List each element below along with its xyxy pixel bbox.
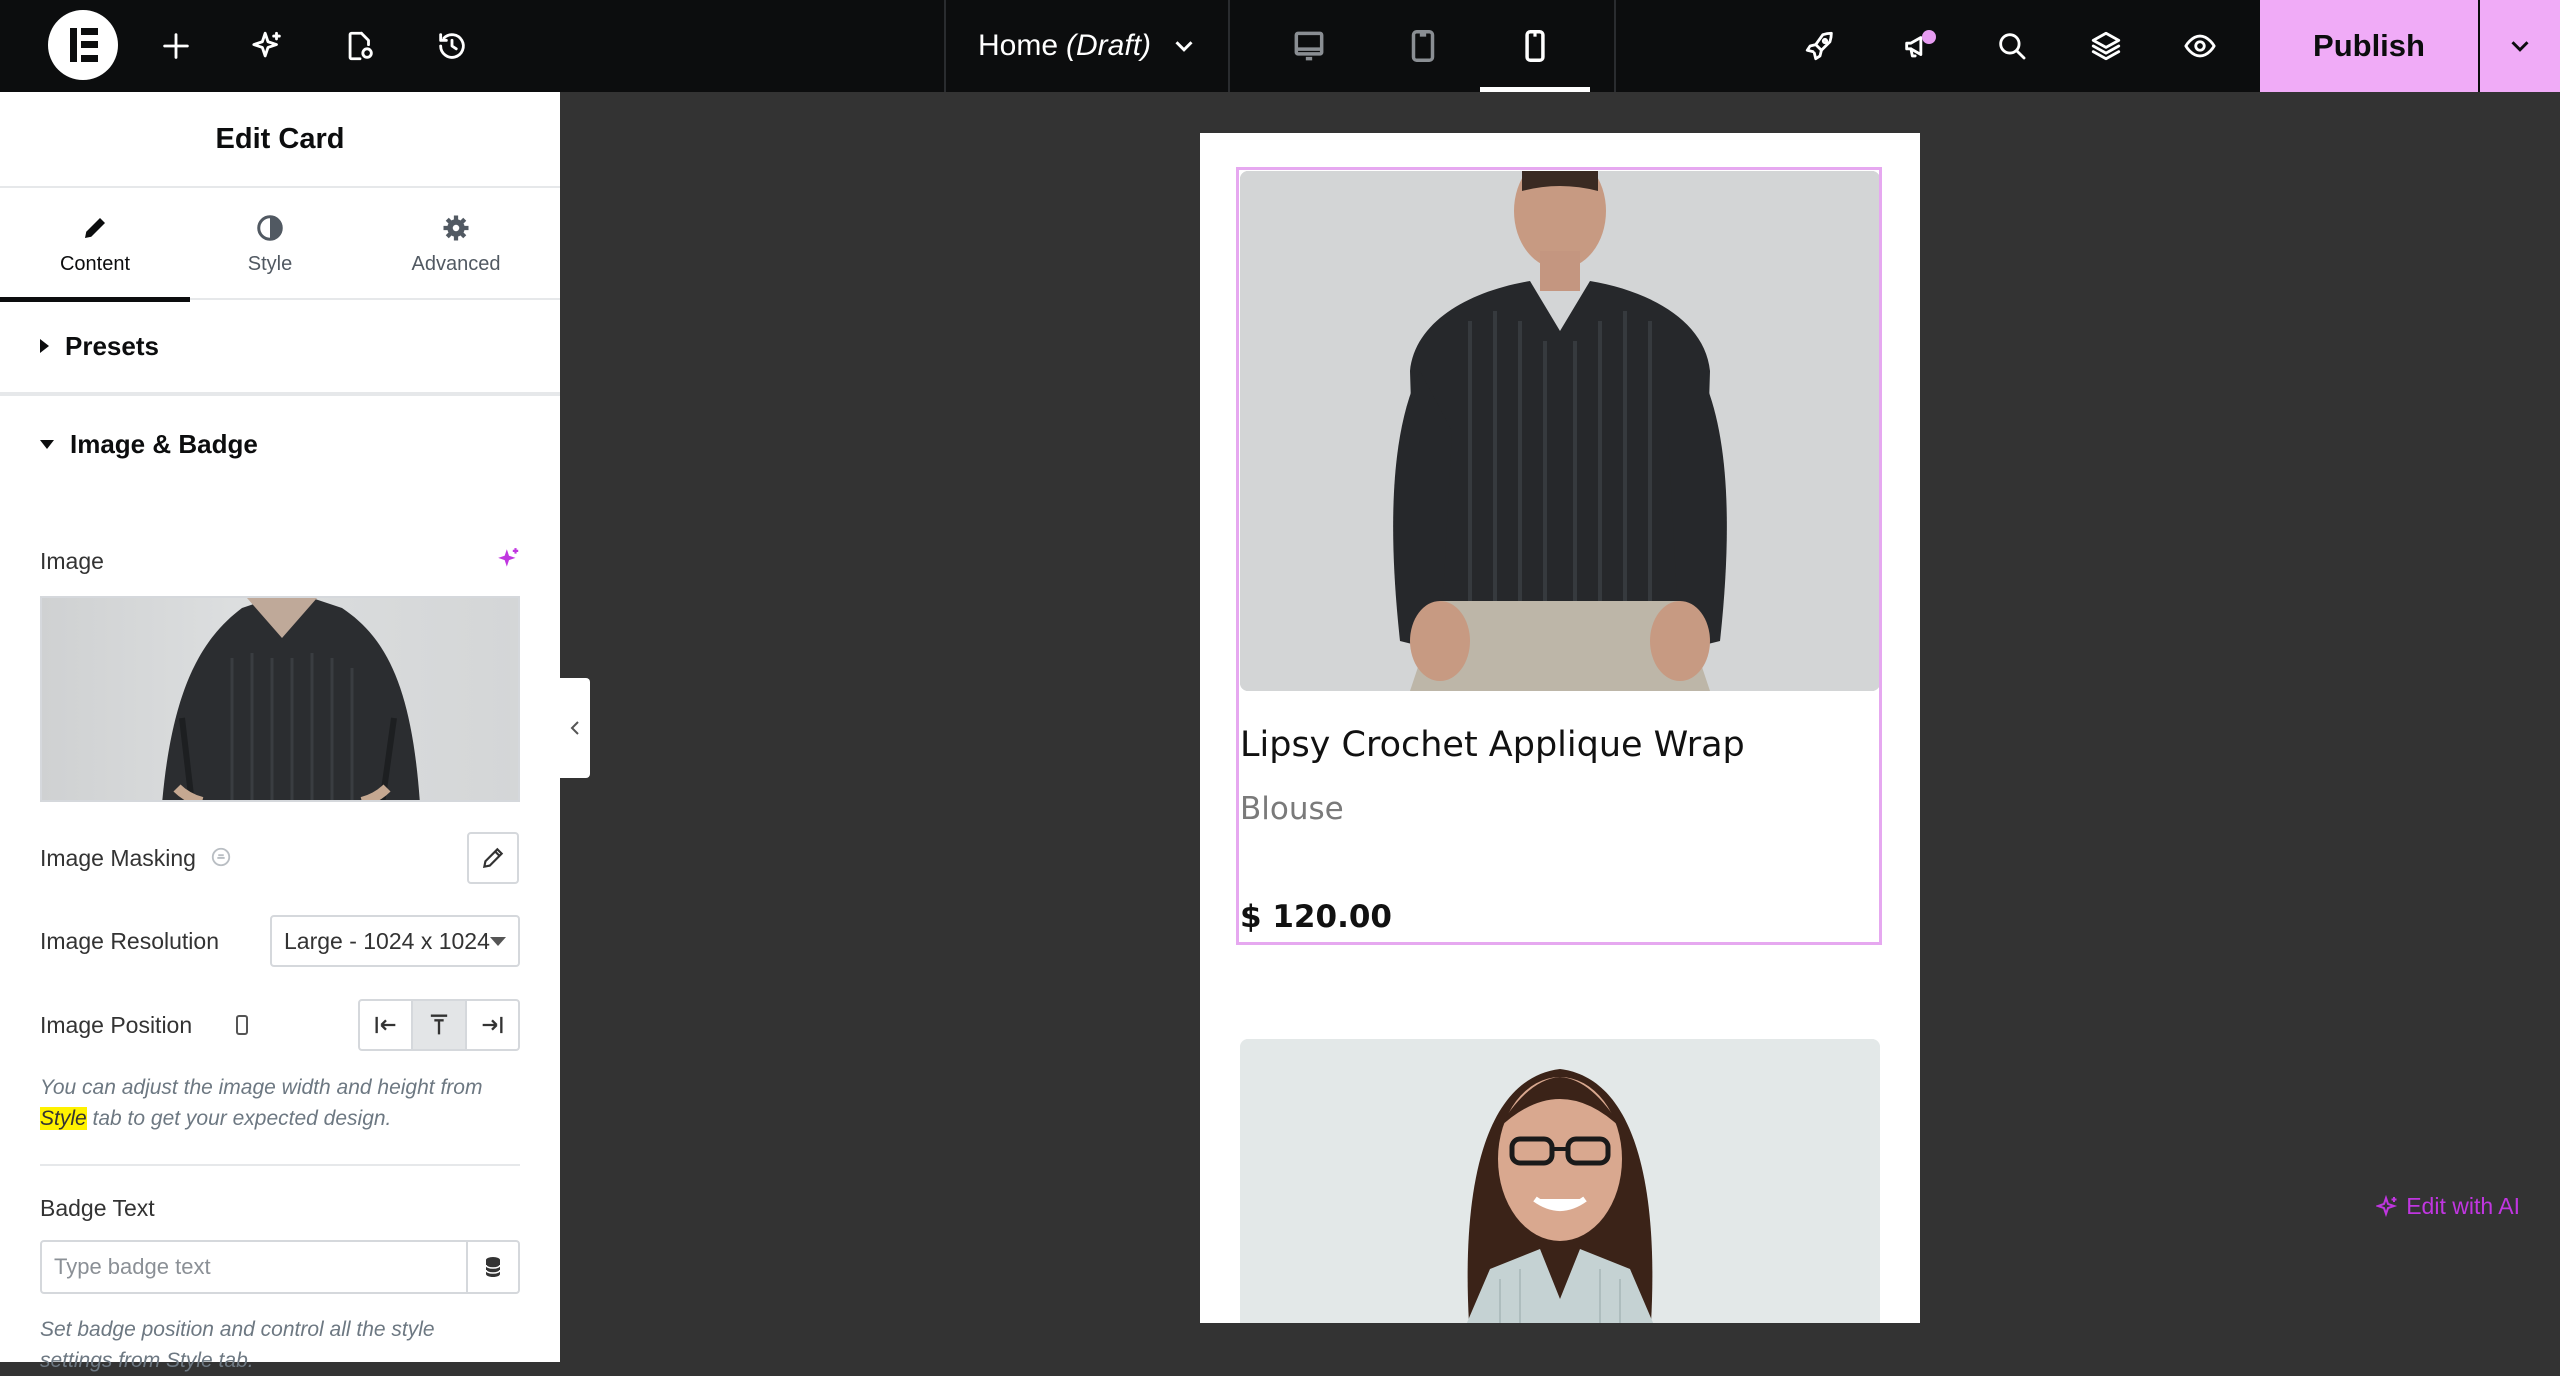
contrast-icon [257, 214, 283, 241]
woman-with-glasses-image [1240, 1039, 1880, 1323]
align-top-icon [430, 1014, 448, 1035]
edit-with-ai-button[interactable]: Edit with AI [2376, 1193, 2520, 1220]
add-element-icon[interactable] [152, 22, 200, 70]
divider [40, 1164, 520, 1166]
chevron-down-icon [1175, 41, 1193, 52]
select-value: Large - 1024 x 1024 [284, 927, 490, 954]
product-image-2[interactable] [1240, 1039, 1880, 1323]
pro-info-icon [211, 847, 231, 867]
badge-help-text: Set badge position and control all the s… [40, 1318, 435, 1372]
tab-style[interactable]: Style [190, 188, 350, 300]
tablet-view-button[interactable] [1368, 0, 1478, 92]
divider [1614, 0, 1616, 92]
document-title-dropdown[interactable]: Home (Draft) [978, 0, 1199, 92]
rocket-icon[interactable] [1796, 22, 1844, 70]
history-icon[interactable] [428, 22, 476, 70]
card-price[interactable]: $ 120.00 [1240, 899, 1392, 935]
position-left-button[interactable] [360, 1001, 414, 1049]
notification-badge [1922, 30, 1936, 44]
ai-sparkle-icon [2376, 1194, 2398, 1217]
ai-sparkle-icon[interactable] [496, 546, 522, 572]
tab-label: Style [247, 252, 293, 275]
position-right-button[interactable] [467, 1001, 518, 1049]
ai-sparkle-icon[interactable] [244, 22, 292, 70]
elementor-logo-icon[interactable] [48, 10, 118, 80]
image-position-label: Image Position [40, 1012, 193, 1038]
chevron-down-icon [2511, 41, 2529, 52]
edit-masking-button[interactable] [467, 832, 519, 884]
tab-advanced[interactable]: Advanced [370, 188, 542, 300]
pencil-icon [85, 217, 105, 238]
tab-label: Content [59, 252, 131, 275]
image-resolution-select[interactable]: Large - 1024 x 1024 [270, 915, 520, 967]
position-top-button[interactable] [413, 1001, 467, 1049]
card-title[interactable]: Lipsy Crochet Applique Wrap [1240, 725, 1745, 765]
badge-text-input[interactable]: Type badge text [40, 1240, 468, 1294]
card-selection-outline [1236, 167, 1882, 945]
search-icon[interactable] [1988, 22, 2036, 70]
image-size-help-text: You can adjust the image width and heigh… [40, 1072, 530, 1134]
section-title: Image & Badge [70, 428, 258, 459]
divider [1228, 0, 1230, 92]
desktop-view-button[interactable] [1254, 0, 1364, 92]
card-subtitle[interactable]: Blouse [1240, 791, 1344, 827]
caret-down-icon [40, 439, 54, 449]
tab-label: Advanced [411, 252, 501, 275]
image-picker-preview[interactable] [40, 596, 520, 802]
help-text-part: tab to get your expected design. [86, 1107, 392, 1130]
sweater-image [162, 598, 420, 800]
help-text-part: You can adjust the image width and heigh… [40, 1076, 483, 1099]
align-left-icon [375, 1016, 395, 1034]
badge-text-placeholder: Type badge text [54, 1254, 211, 1279]
pencil-icon [482, 847, 504, 869]
publish-button[interactable]: Publish [2260, 0, 2478, 92]
desktop-icon [1294, 31, 1324, 61]
preview-eye-icon[interactable] [2176, 22, 2224, 70]
chevron-left-icon [570, 721, 579, 735]
mobile-icon [1525, 30, 1545, 62]
top-bar: Home (Draft) Publish [0, 0, 2560, 92]
gear-icon [443, 215, 469, 240]
panel-tabs: Content Style Advanced [0, 188, 560, 302]
image-resolution-label: Image Resolution [40, 928, 219, 954]
page-settings-icon[interactable] [336, 22, 384, 70]
tablet-icon [1411, 30, 1435, 62]
badge-text-label: Badge Text [40, 1195, 155, 1221]
edit-with-ai-label: Edit with AI [2406, 1193, 2520, 1219]
dropdown-arrow-icon [490, 937, 506, 946]
image-position-choose [358, 999, 520, 1051]
mobile-view-button[interactable] [1480, 0, 1590, 92]
divider [944, 0, 946, 92]
image-label: Image [40, 548, 104, 574]
section-title: Presets [65, 330, 159, 361]
document-status: (Draft) [1066, 29, 1152, 62]
responsive-mobile-icon[interactable] [230, 1012, 254, 1038]
image-masking-label: Image Masking [40, 845, 196, 871]
publish-options-button[interactable] [2480, 0, 2560, 92]
caret-right-icon [40, 339, 49, 353]
section-image-badge[interactable]: Image & Badge [0, 396, 560, 492]
notifications-icon[interactable] [1894, 22, 1942, 70]
style-highlight: Style [40, 1107, 87, 1130]
tab-content[interactable]: Content [0, 188, 190, 302]
collapse-panel-button[interactable] [560, 678, 590, 778]
database-icon [485, 1257, 501, 1277]
preview-page: Lipsy Crochet Applique Wrap Blouse $ 120… [1200, 133, 1920, 1323]
align-right-icon [482, 1016, 503, 1034]
document-title: Home [978, 29, 1059, 62]
dynamic-tags-button[interactable] [466, 1240, 520, 1294]
layers-icon[interactable] [2082, 22, 2130, 70]
section-presets[interactable]: Presets [0, 300, 560, 396]
panel-title: Edit Card [0, 92, 560, 188]
